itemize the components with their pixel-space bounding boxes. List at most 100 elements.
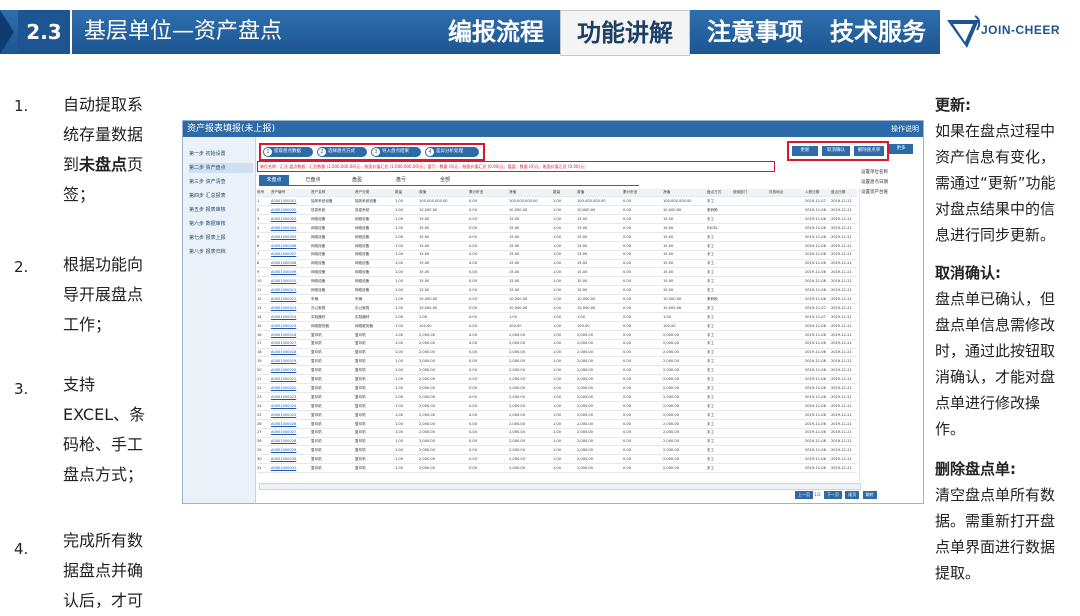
sidebar-item[interactable]: 第八步 报表归档	[189, 247, 253, 257]
table-row[interactable]: 26 A0001000026 复印机 复印机 1.00 2,000.00 0.00 2,000…	[257, 421, 857, 429]
table-row[interactable]: 7 A0001000007 网络设备 网络设备 1.00 15.00 0.00 15.00 1.…	[257, 251, 857, 260]
table-row[interactable]: 13 A0001000013 办公家具 办公家具 1.00 10,000.00 0.00 10…	[257, 305, 857, 313]
table-cell[interactable]: A0001000010	[271, 278, 311, 285]
table-row[interactable]: 3 A0001000003 网络设备 网络设备 1.00 15.00 0.00 15.00 1.…	[257, 216, 857, 224]
table-cell[interactable]: A0001000020	[271, 367, 311, 374]
table-cell: 0.00	[623, 377, 632, 381]
table-cell: 2019-11-21	[831, 216, 852, 221]
more-button[interactable]: 更多	[889, 144, 913, 154]
table-row[interactable]: 11 A0001000011 网络设备 网络设备 1.00 15.00 0.00 15.00 1…	[257, 287, 857, 296]
help-link[interactable]: 操作说明	[891, 121, 919, 137]
table-cell[interactable]: A0001000018	[271, 349, 311, 356]
table-cell[interactable]: A0001000028	[271, 438, 311, 445]
table-cell[interactable]: A0001000023	[271, 394, 311, 401]
table-row[interactable]: 22 A0001000022 复印机 复印机 1.00 2,000.00 0.00 2,000…	[257, 385, 857, 394]
table-cell: 2,000.00	[577, 439, 594, 444]
table-cell[interactable]: A0001000005	[271, 234, 311, 241]
table-row[interactable]: 19 A0001000019 复印机 复印机 1.00 2,000.00 0.00 2,000…	[257, 358, 857, 367]
table-row[interactable]: 18 A0001000018 复印机 复印机 1.00 2,000.00 0.00 2,000…	[257, 349, 857, 358]
tab-all[interactable]: 全部	[425, 175, 465, 185]
table-cell[interactable]: A0001000021	[271, 376, 311, 383]
table-row[interactable]: 27 A0001000027 复印机 复印机 1.00 2,000.00 0.00 2,000…	[257, 429, 857, 438]
wizard-step[interactable]: 3 导入盘点结果	[371, 147, 421, 157]
table-row[interactable]: 28 A0001000028 复印机 复印机 1.00 2,000.00 0.00 2,000…	[257, 438, 857, 447]
go-page-button[interactable]: 跳转	[862, 491, 877, 499]
table-cell[interactable]: A0001000011	[271, 287, 311, 294]
nav-function[interactable]: 功能讲解	[560, 10, 690, 56]
table-cell[interactable]: A0001000008	[271, 260, 311, 267]
table-cell[interactable]: A0001000026	[271, 421, 311, 428]
nav-process[interactable]: 编报流程	[440, 10, 552, 54]
table-cell: 2,000.00	[509, 430, 526, 435]
wizard-step[interactable]: 4 差异分析处理	[425, 147, 479, 157]
table-row[interactable]: 20 A0001000020 复印机 复印机 1.00 2,000.00 0.00 2,000…	[257, 367, 857, 376]
table-row[interactable]: 12 A0001000012 车辆 车辆 1.00 10,000.00 0.00 10,000…	[257, 296, 857, 305]
table-row[interactable]: 25 A0001000025 复印机 复印机 1.00 2,000.00 0.00 2,000…	[257, 412, 857, 420]
table-row[interactable]: 10 A0001000010 网络设备 网络设备 1.00 15.00 0.00 15.00 1…	[257, 278, 857, 287]
table-cell[interactable]: A0001000012	[271, 296, 311, 303]
table-cell[interactable]: A0001000014	[271, 314, 311, 321]
table-cell[interactable]: A0001000006	[271, 243, 311, 250]
sidebar-item[interactable]: 第三步 资产清查	[189, 177, 253, 187]
table-row[interactable]: 24 A0001000024 复印机 复印机 1.00 2,000.00 0.00 2,000…	[257, 403, 857, 411]
table-cell[interactable]: A0001000009	[271, 269, 311, 276]
table-cell[interactable]: A0001000015	[271, 323, 311, 330]
table-row[interactable]: 31 A0001000031 复印机 复印机 1.00 2,000.00 0.00 2,000…	[257, 465, 857, 474]
nav-notes[interactable]: 注意事项	[696, 10, 814, 54]
prev-page-button[interactable]: 上一页	[795, 491, 813, 499]
wizard-step[interactable]: 2 选择盘点方式	[317, 147, 367, 157]
table-cell[interactable]: A0001000002	[271, 207, 311, 214]
table-cell: 2,000.00	[509, 385, 526, 390]
table-cell[interactable]: A0001000024	[271, 403, 311, 410]
table-row[interactable]: 21 A0001000021 复印机 复印机 1.00 2,000.00 0.00 2,000…	[257, 376, 857, 385]
table-row[interactable]: 2 A0001000002 信息系统 信息系统 1.00 10,000.00 0.00 10,…	[257, 207, 857, 216]
delete-sheet-button[interactable]: 删除盘点单	[854, 146, 884, 156]
table-cell[interactable]: A0001000027	[271, 429, 311, 436]
table-cell[interactable]: A0001000016	[271, 332, 311, 339]
table-row[interactable]: 4 A0001000004 网络设备 网络设备 1.00 15.00 0.00 15.00 1.…	[257, 225, 857, 233]
sidebar-item[interactable]: 第五步 报表审核	[189, 205, 253, 215]
table-cell[interactable]: A0001000017	[271, 340, 311, 347]
tab-unchecked[interactable]: 未盘点	[259, 175, 289, 185]
nav-support[interactable]: 技术服务	[822, 10, 934, 54]
tab-surplus[interactable]: 盘盈	[337, 175, 377, 185]
table-cell[interactable]: A0001000029	[271, 447, 311, 454]
sidebar-item[interactable]: 第七步 报表上报	[189, 233, 253, 243]
sidebar-item-active[interactable]: 第二步 资产盘点	[189, 163, 253, 173]
table-row[interactable]: 5 A0001000005 网络设备 网络设备 1.00 15.00 0.00 15.00 1.…	[257, 234, 857, 242]
cancel-confirm-button[interactable]: 取消确认	[822, 146, 850, 156]
table-cell[interactable]: A0001000025	[271, 412, 311, 419]
tab-deficit[interactable]: 盘亏	[381, 175, 421, 185]
table-row[interactable]: 8 A0001000008 网络设备 网络设备 1.00 15.00 0.00 15.00 1.…	[257, 260, 857, 269]
table-row[interactable]: 29 A0001000029 复印机 复印机 1.00 2,000.00 0.00 2,000…	[257, 447, 857, 456]
sidebar-item[interactable]: 第六步 数据审核	[189, 219, 253, 229]
table-cell[interactable]: A0001000004	[271, 225, 311, 232]
horizontal-scrollbar[interactable]	[259, 483, 861, 490]
table-cell[interactable]: A0001000007	[271, 251, 311, 258]
sidebar-item[interactable]: 第一步 初始设置	[189, 149, 253, 159]
table-row[interactable]: 17 A0001000017 复印机 复印机 1.00 2,000.00 0.00 2,000…	[257, 340, 857, 349]
table-row[interactable]: 6 A0001000006 网络设备 网络设备 1.00 15.00 0.00 15.00 1.…	[257, 243, 857, 251]
sidebar-item[interactable]: 第四步 汇总报表	[189, 191, 253, 201]
table-cell[interactable]: A0001000030	[271, 456, 311, 463]
table-row[interactable]: 9 A0001000009 网络设备 网络设备 1.00 15.00 0.00 15.00 1.…	[257, 269, 857, 278]
table-row[interactable]: 14 A0001000014 实验器材 实验器材 1.00 1.00 0.00 1.00 1.0…	[257, 314, 857, 322]
wizard-step[interactable]: 1 提取盘点数据	[263, 147, 313, 157]
table-row[interactable]: 23 A0001000023 复印机 复印机 1.00 2,000.00 0.00 2,000…	[257, 394, 857, 402]
update-button[interactable]: 更新	[792, 146, 818, 156]
table-row[interactable]: 16 A0001000016 复印机 复印机 1.00 2,000.00 0.00 2,000…	[257, 332, 857, 340]
table-cell[interactable]: A0001000003	[271, 216, 311, 223]
table-row[interactable]: 30 A0001000030 复印机 复印机 1.00 2,000.00 0.00 2,000…	[257, 456, 857, 465]
table-cell[interactable]: A0001000022	[271, 385, 311, 392]
next-page-button[interactable]: 下一页	[824, 491, 842, 499]
table-row[interactable]: 1 A0001000001 抽风系统设备 抽风系统设备 1.00 100,000,000.…	[257, 198, 857, 207]
table-row[interactable]: 15 A0001000015 网络服务器 网络服务器 1.00 100.00 0.00 100…	[257, 323, 857, 331]
table-cell[interactable]: A0001000001	[271, 198, 311, 205]
table-cell[interactable]: A0001000013	[271, 305, 311, 312]
table-cell[interactable]: A0001000019	[271, 358, 311, 365]
table-cell[interactable]: A0001000031	[271, 465, 311, 472]
last-page-button[interactable]: 尾页	[845, 491, 860, 499]
logo-text: JOIN-CHEER	[981, 23, 1061, 37]
table-cell	[769, 296, 805, 303]
tab-checked[interactable]: 已盘点	[293, 175, 333, 185]
